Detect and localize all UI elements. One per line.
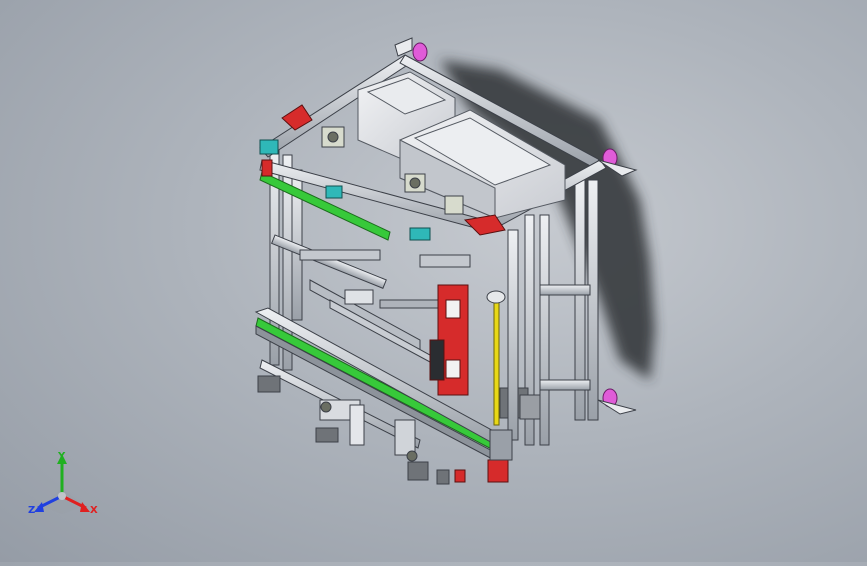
z-axis-label: Z bbox=[28, 505, 36, 516]
yellow-guide-rod bbox=[493, 299, 500, 426]
assembly-model bbox=[254, 37, 655, 485]
coordinate-triad: Y X Z bbox=[22, 448, 106, 524]
x-axis-label: X bbox=[90, 505, 98, 516]
y-axis-label: Y bbox=[58, 451, 66, 462]
3d-model-viewport[interactable]: Y X Z bbox=[0, 0, 867, 562]
rod-collar bbox=[486, 290, 506, 304]
